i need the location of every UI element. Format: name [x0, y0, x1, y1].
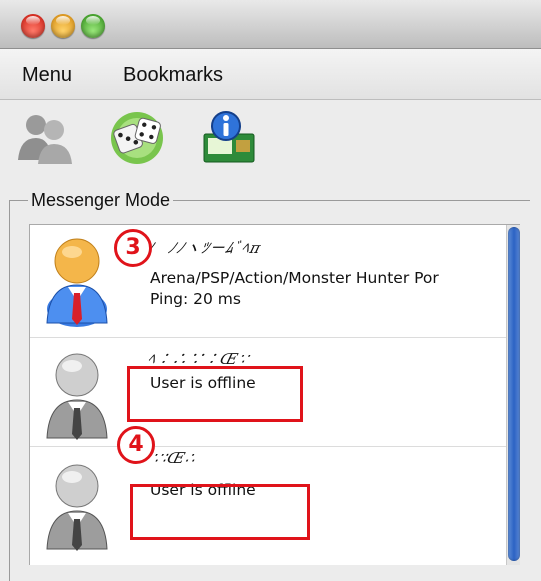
info-icon[interactable] [200, 108, 258, 166]
title-bar [0, 0, 541, 49]
minimize-window-button[interactable] [51, 14, 75, 38]
contact-activity: Arena/PSP/Action/Monster Hunter Por [150, 269, 439, 287]
menu-item-menu[interactable]: Menu [22, 64, 72, 87]
annotation-highlight-box [127, 366, 303, 422]
scrollbar-thumb[interactable] [508, 227, 520, 561]
offline-user-avatar-icon [44, 459, 110, 551]
contact-name: ∵∶Œ∴ [149, 449, 199, 467]
messenger-mode-legend: Messenger Mode [31, 190, 171, 210]
online-user-avatar-icon [44, 235, 110, 327]
toolbar [0, 100, 541, 180]
offline-user-avatar-icon [44, 348, 110, 440]
close-window-button[interactable] [21, 14, 45, 38]
annotation-marker-4: 4 [117, 426, 155, 464]
contact-row[interactable]: ﾉㅤﾉﾉヽﾂㄧﾑﾞﾍπ Arena/PSP/Action/Monster Hun… [30, 225, 506, 338]
annotation-marker-3: 3 [114, 229, 152, 267]
zoom-window-button[interactable] [81, 14, 105, 38]
dice-icon[interactable] [108, 108, 166, 166]
menu-bar: Menu Bookmarks [0, 49, 541, 100]
contact-ping: Ping: 20 ms [150, 290, 241, 308]
menu-item-bookmarks[interactable]: Bookmarks [123, 64, 223, 87]
contact-name: ﾉㅤﾉﾉヽﾂㄧﾑﾞﾍπ [143, 239, 264, 257]
annotation-highlight-box [130, 484, 310, 540]
vertical-scrollbar[interactable] [506, 225, 520, 565]
users-icon[interactable] [16, 108, 74, 166]
